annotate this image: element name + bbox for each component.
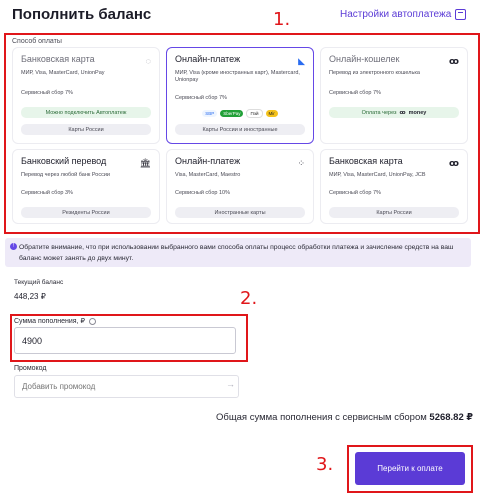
yoomoney-logo-icon: ꝏ: [399, 109, 406, 116]
badge-prefix: Оплата через: [361, 109, 397, 116]
payment-method-card-online-wallet[interactable]: Онлайн-кошелек ꝏ Перевод из электронного…: [320, 47, 468, 144]
card-title: Банковская карта: [21, 54, 95, 64]
card-title: Банковская карта: [329, 156, 403, 166]
annotation-number-3: 3.: [316, 454, 334, 475]
payment-method-card-bank-card-2[interactable]: Банковская карта ꝏ МИР, Visa, MasterCard…: [320, 149, 468, 224]
card-fee: Сервисный сбор 10%: [175, 190, 230, 196]
card-fee: Сервисный сбор 7%: [175, 95, 227, 101]
card-subtitle: МИР, Visa, MasterCard, UnionPay, JCB: [329, 172, 426, 178]
badge-brand: money: [408, 109, 427, 116]
autopay-settings-link[interactable]: Настройки автоплатежа: [340, 9, 467, 20]
payment-method-card-bank-transfer[interactable]: Банковский перевод 🏛 Перевод через любой…: [12, 149, 160, 224]
processing-notice: ! Обратите внимание, что при использован…: [5, 238, 471, 267]
help-icon[interactable]: [88, 317, 96, 325]
autopay-link-label: Настройки автоплатежа: [340, 9, 452, 20]
sberpay-logo: SberPay: [220, 109, 244, 117]
payment-method-card-bank-card[interactable]: Банковская карта ◌ МИР, Visa, MasterCard…: [12, 47, 160, 144]
circle-icon: ◌: [145, 56, 151, 66]
total-value: 5268.82 ₽: [429, 412, 473, 423]
payment-methods-label: Способ оплаты: [12, 38, 62, 45]
mir-logo: Mir: [265, 109, 278, 117]
card-subtitle: Перевод через любой банк России: [21, 172, 110, 178]
card-title: Онлайн-платеж: [175, 54, 241, 64]
pay-logo: Пэй: [246, 108, 263, 118]
current-balance-label: Текущий баланс: [14, 279, 64, 286]
card-fee: Сервисный сбор 7%: [329, 90, 381, 96]
payment-method-card-online-payment[interactable]: Онлайн-платеж ◣ МИР, Visa (кроме иностра…: [166, 47, 314, 144]
card-title: Банковский перевод: [21, 156, 107, 166]
amount-label-text: Сумма пополнения, ₽: [14, 318, 85, 325]
promo-apply-arrow-icon[interactable]: →: [226, 379, 235, 389]
card-tag: Карты России и иностранные: [175, 124, 305, 135]
card-tag: Резиденты России: [21, 207, 151, 218]
card-fee: Сервисный сбор 7%: [329, 190, 381, 196]
proceed-to-payment-button[interactable]: Перейти к оплате: [355, 452, 465, 485]
total-summary: Общая сумма пополнения с сервисным сборо…: [216, 412, 473, 423]
yoomoney-icon: ꝏ: [449, 56, 459, 66]
card-title: Онлайн-платеж: [175, 156, 241, 166]
amount-label: Сумма пополнения, ₽: [14, 317, 96, 325]
annotation-number-2: 2.: [240, 288, 258, 309]
card-subtitle: Visa, MasterCard, Maestro: [175, 172, 241, 178]
page-title: Пополнить баланс: [12, 6, 152, 23]
card-title: Онлайн-кошелек: [329, 54, 400, 64]
promo-input[interactable]: [14, 375, 239, 398]
calendar-icon: [455, 9, 467, 20]
current-balance-value: 448,23 ₽: [14, 292, 46, 301]
annotation-number-1: 1.: [273, 9, 291, 30]
total-label: Общая сумма пополнения с сервисным сборо…: [215, 412, 427, 423]
card-fee: Сервисный сбор 7%: [21, 90, 73, 96]
card-subtitle: Перевод из электронного кошелька: [329, 70, 420, 76]
promo-label: Промокод: [14, 365, 47, 372]
payment-method-card-online-payment-foreign[interactable]: Онлайн-платеж ⁘ Visa, MasterCard, Maestr…: [166, 149, 314, 224]
card-tag: Иностранные карты: [175, 207, 305, 218]
card-tag: Карты России: [329, 207, 459, 218]
bank-icon: 🏛: [139, 158, 151, 168]
card-tag: Карты России: [21, 124, 151, 135]
amount-input[interactable]: [14, 327, 236, 354]
yoomoney-icon: ꝏ: [449, 158, 459, 168]
card-subtitle: МИР, Visa, MasterCard, UnionPay: [21, 70, 105, 76]
kassa-icon: ◣: [298, 56, 305, 66]
card-subtitle: МИР, Visa (кроме иностранных карт), Mast…: [175, 70, 300, 83]
apps-icon: ⁘: [297, 158, 305, 168]
autopay-badge: Можно подключить Автоплатеж: [21, 107, 151, 118]
payment-logos: SBP SberPay Пэй Mir: [175, 108, 305, 118]
info-icon: !: [10, 243, 17, 250]
notice-text: Обратите внимание, что при использовании…: [19, 244, 454, 262]
yoomoney-badge: Оплата через ꝏ money: [329, 107, 459, 118]
card-fee: Сервисный сбор 3%: [21, 190, 73, 196]
sbp-logo: SBP: [202, 109, 218, 117]
